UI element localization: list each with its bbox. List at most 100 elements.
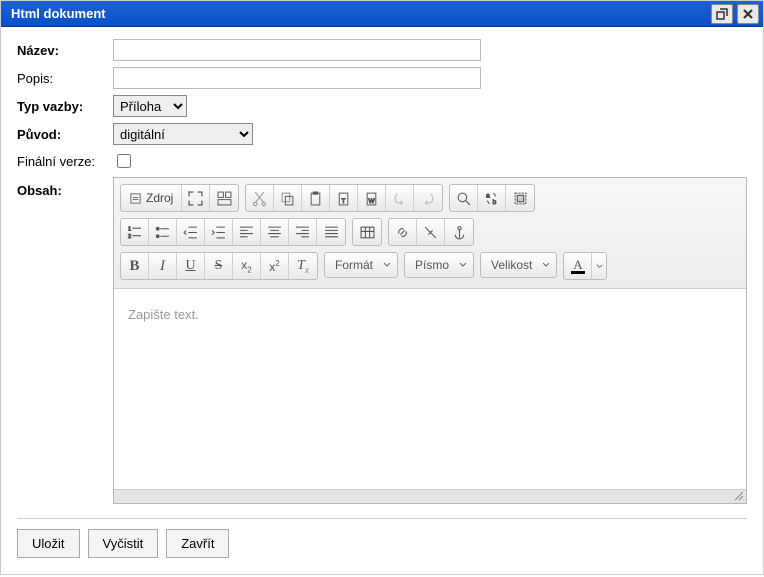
toolbar-group-table <box>352 218 382 246</box>
copy-button[interactable] <box>274 185 302 211</box>
outdent-icon <box>183 225 198 240</box>
row-final-version: Finální verze: <box>17 151 747 171</box>
numbered-list-button[interactable]: 12 <box>121 219 149 245</box>
toolbar-group-color: A <box>563 252 607 280</box>
paste-text-button[interactable]: T <box>330 185 358 211</box>
close-button[interactable] <box>737 4 759 24</box>
italic-button[interactable]: I <box>149 253 177 279</box>
maximize-icon <box>716 8 728 20</box>
resize-grip-icon <box>732 489 744 501</box>
editor-content[interactable]: Zapište text. <box>114 289 746 489</box>
bulleted-list-button[interactable] <box>149 219 177 245</box>
toolbar-row-2: 12 <box>120 218 740 246</box>
size-combo[interactable]: Velikost <box>480 252 557 278</box>
text-color-dropdown[interactable] <box>592 253 606 279</box>
paste-word-icon: W <box>364 191 379 206</box>
redo-button[interactable] <box>414 185 442 211</box>
show-blocks-button[interactable] <box>210 185 238 211</box>
indent-button[interactable] <box>205 219 233 245</box>
final-version-checkbox[interactable] <box>117 154 131 168</box>
toolbar-group-links <box>388 218 474 246</box>
close-icon <box>742 8 754 20</box>
name-input[interactable] <box>113 39 481 61</box>
select-all-button[interactable] <box>506 185 534 211</box>
cut-button[interactable] <box>246 185 274 211</box>
origin-select[interactable]: digitální <box>113 123 253 145</box>
align-center-icon <box>267 225 282 240</box>
fullscreen-button[interactable] <box>182 185 210 211</box>
undo-button[interactable] <box>386 185 414 211</box>
clear-button[interactable]: Vyčistit <box>88 529 159 558</box>
align-justify-icon <box>324 225 339 240</box>
redo-icon <box>421 191 436 206</box>
search-icon <box>456 191 471 206</box>
remove-format-icon: Tx <box>297 258 309 275</box>
row-binding-type: Typ vazby: Příloha <box>17 95 747 117</box>
close-dialog-button[interactable]: Zavřít <box>166 529 229 558</box>
save-button[interactable]: Uložit <box>17 529 80 558</box>
svg-text:2: 2 <box>128 233 131 239</box>
label-origin: Původ: <box>17 127 113 142</box>
editor-resize-grip[interactable] <box>114 489 746 503</box>
link-button[interactable] <box>389 219 417 245</box>
align-right-icon <box>295 225 310 240</box>
superscript-icon: x2 <box>269 259 279 274</box>
editor-wrap: Zdroj T W <box>113 177 747 504</box>
select-all-icon <box>513 191 528 206</box>
text-color-button[interactable]: A <box>564 253 592 279</box>
font-combo[interactable]: Písmo <box>404 252 474 278</box>
italic-icon: I <box>160 258 165 275</box>
binding-type-select[interactable]: Příloha <box>113 95 187 117</box>
toolbar-row-1: Zdroj T W <box>120 184 740 212</box>
toolbar-group-lists: 12 <box>120 218 346 246</box>
paste-icon <box>308 191 323 206</box>
font-combo-label: Písmo <box>415 258 449 272</box>
maximize-button[interactable] <box>711 4 733 24</box>
source-label: Zdroj <box>146 191 173 205</box>
fullscreen-icon <box>188 191 203 206</box>
text-color-icon: A <box>573 258 582 271</box>
description-input[interactable] <box>113 67 481 89</box>
outdent-button[interactable] <box>177 219 205 245</box>
format-combo[interactable]: Formát <box>324 252 398 278</box>
subscript-button[interactable]: x2 <box>233 253 261 279</box>
remove-format-button[interactable]: Tx <box>289 253 317 279</box>
superscript-button[interactable]: x2 <box>261 253 289 279</box>
toolbar-group-find: ab <box>449 184 535 212</box>
align-left-button[interactable] <box>233 219 261 245</box>
align-left-icon <box>239 225 254 240</box>
align-justify-button[interactable] <box>317 219 345 245</box>
bold-icon: B <box>129 258 139 275</box>
chevron-down-icon <box>542 261 550 269</box>
footer-buttons: Uložit Vyčistit Zavřít <box>17 529 747 558</box>
underline-button[interactable]: U <box>177 253 205 279</box>
indent-icon <box>211 225 226 240</box>
size-combo-label: Velikost <box>491 258 532 272</box>
paste-button[interactable] <box>302 185 330 211</box>
svg-text:1: 1 <box>128 226 131 232</box>
paste-word-button[interactable]: W <box>358 185 386 211</box>
find-button[interactable] <box>450 185 478 211</box>
bulleted-list-icon <box>155 225 170 240</box>
source-icon <box>129 192 142 205</box>
titlebar: Html dokument <box>1 1 763 27</box>
table-button[interactable] <box>353 219 381 245</box>
text-color-swatch <box>571 271 585 274</box>
copy-icon <box>280 191 295 206</box>
source-button[interactable]: Zdroj <box>121 185 182 211</box>
cut-icon <box>252 191 267 206</box>
bold-button[interactable]: B <box>121 253 149 279</box>
anchor-button[interactable] <box>445 219 473 245</box>
table-icon <box>360 225 375 240</box>
numbered-list-icon: 12 <box>127 225 142 240</box>
replace-button[interactable]: ab <box>478 185 506 211</box>
svg-text:b: b <box>493 198 497 205</box>
strike-icon: S <box>215 258 223 274</box>
align-right-button[interactable] <box>289 219 317 245</box>
window-title: Html dokument <box>5 6 106 21</box>
dialog-window: Html dokument Název: Popis: Typ vazby: P… <box>0 0 764 575</box>
strike-button[interactable]: S <box>205 253 233 279</box>
align-center-button[interactable] <box>261 219 289 245</box>
unlink-button[interactable] <box>417 219 445 245</box>
label-final-version: Finální verze: <box>17 154 113 169</box>
